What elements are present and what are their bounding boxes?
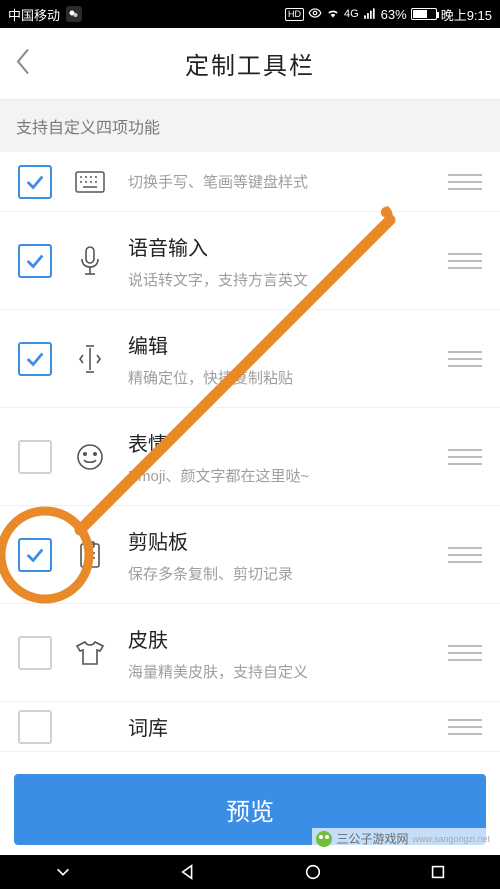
nav-back-icon[interactable] <box>179 863 197 881</box>
page-title: 定制工具栏 <box>185 46 315 81</box>
list-item[interactable]: 词库 <box>0 702 500 752</box>
watermark-text: 三公子游戏网 <box>336 830 408 847</box>
checkbox[interactable] <box>18 165 52 199</box>
row-subtitle: Emoji、颜文字都在这里哒~ <box>128 465 430 486</box>
android-navbar <box>0 855 500 889</box>
checkbox[interactable] <box>18 244 52 278</box>
status-bar: 中国移动 HD 4G 63% 晚上9:15 <box>0 0 500 28</box>
checkbox[interactable] <box>18 440 52 474</box>
toolbar-list: 切换手写、笔画等键盘样式 语音输入 说话转文字，支持方言英文 编辑 精确定位，快… <box>0 152 500 802</box>
watermark-url: www.sangongzi.net <box>412 834 490 844</box>
drag-handle-icon[interactable] <box>448 719 482 735</box>
list-item[interactable]: 语音输入 说话转文字，支持方言英文 <box>0 212 500 310</box>
row-title: 皮肤 <box>128 624 430 653</box>
microphone-icon <box>70 246 110 276</box>
row-title: 剪贴板 <box>128 526 430 555</box>
checkbox[interactable] <box>18 636 52 670</box>
row-subtitle: 精确定位，快捷复制粘贴 <box>128 367 430 388</box>
row-title: 表情 <box>128 428 430 457</box>
clipboard-icon <box>70 541 110 569</box>
network-label: 4G <box>344 8 359 20</box>
row-subtitle: 保存多条复制、剪切记录 <box>128 563 430 584</box>
row-title: 编辑 <box>128 330 430 359</box>
wifi-icon <box>326 6 340 23</box>
checkbox[interactable] <box>18 710 52 744</box>
back-button[interactable] <box>14 45 34 82</box>
row-title: 语音输入 <box>128 232 430 261</box>
watermark: 三公子游戏网 www.sangongzi.net <box>312 828 494 849</box>
watermark-icon <box>316 831 332 847</box>
carrier-label: 中国移动 <box>8 5 60 24</box>
drag-handle-icon[interactable] <box>448 351 482 367</box>
battery-icon <box>411 8 437 20</box>
row-subtitle: 说话转文字，支持方言英文 <box>128 269 430 290</box>
emoji-icon <box>70 443 110 471</box>
nav-recents-icon[interactable] <box>429 863 447 881</box>
hd-icon: HD <box>285 8 304 21</box>
row-title: 词库 <box>128 712 430 741</box>
header: 定制工具栏 <box>0 28 500 100</box>
signal-icon <box>363 6 377 23</box>
nav-menu-icon[interactable] <box>54 863 72 881</box>
battery-pct: 63% <box>381 7 407 22</box>
list-item[interactable]: 皮肤 海量精美皮肤，支持自定义 <box>0 604 500 702</box>
drag-handle-icon[interactable] <box>448 174 482 190</box>
cursor-icon <box>70 344 110 374</box>
list-item[interactable]: 编辑 精确定位，快捷复制粘贴 <box>0 310 500 408</box>
drag-handle-icon[interactable] <box>448 449 482 465</box>
tshirt-icon <box>70 640 110 666</box>
nav-home-icon[interactable] <box>304 863 322 881</box>
row-subtitle: 海量精美皮肤，支持自定义 <box>128 661 430 682</box>
drag-handle-icon[interactable] <box>448 645 482 661</box>
clock: 晚上9:15 <box>441 5 492 24</box>
hint-bar: 支持自定义四项功能 <box>0 100 500 152</box>
row-subtitle: 切换手写、笔画等键盘样式 <box>128 171 430 192</box>
drag-handle-icon[interactable] <box>448 253 482 269</box>
eye-icon <box>308 6 322 23</box>
drag-handle-icon[interactable] <box>448 547 482 563</box>
keyboard-icon <box>70 171 110 193</box>
wechat-icon <box>66 6 82 22</box>
checkbox[interactable] <box>18 342 52 376</box>
list-item[interactable]: 表情 Emoji、颜文字都在这里哒~ <box>0 408 500 506</box>
list-item[interactable]: 切换手写、笔画等键盘样式 <box>0 152 500 212</box>
checkbox[interactable] <box>18 538 52 572</box>
list-item[interactable]: 剪贴板 保存多条复制、剪切记录 <box>0 506 500 604</box>
